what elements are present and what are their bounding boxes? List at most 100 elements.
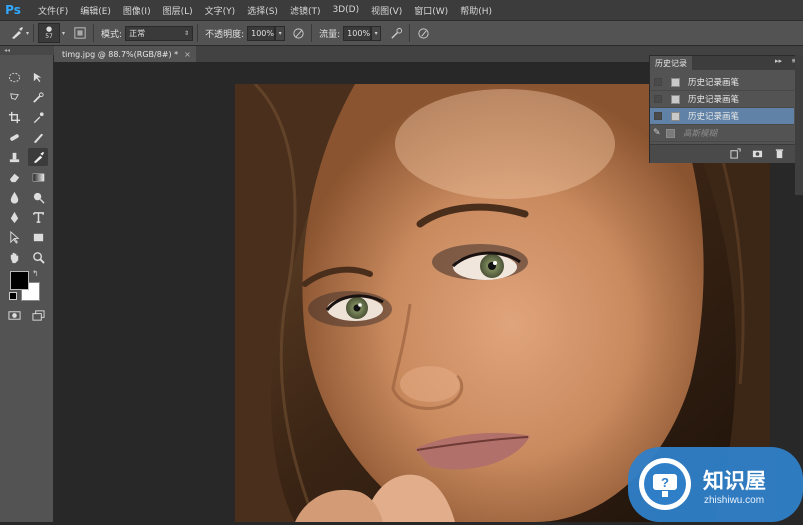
brush-panel-toggle-icon[interactable]: [71, 24, 89, 42]
history-panel-footer: [650, 144, 802, 163]
history-panel-tab[interactable]: 历史记录: [650, 56, 692, 70]
default-colors-icon[interactable]: [9, 292, 17, 300]
svg-text:?: ?: [661, 475, 669, 490]
menu-view[interactable]: 视图(V): [365, 4, 408, 17]
history-panel-header: 历史记录 ▸▸ ≡: [650, 56, 802, 70]
history-step-icon: [671, 77, 680, 87]
quick-mask-icon[interactable]: [4, 306, 24, 324]
marquee-tool-icon[interactable]: [4, 68, 24, 86]
menu-help[interactable]: 帮助(H): [454, 4, 498, 17]
lasso-tool-icon[interactable]: [4, 88, 24, 106]
options-bar: ▾ ● 57 ▾ 模式: 正常 ⇕ 不透明度: 100% ▾ 流量: 100% …: [0, 20, 803, 46]
history-item-dimmed[interactable]: ✎ 高斯模糊: [650, 125, 794, 142]
brush-dot-icon: ●: [45, 24, 53, 33]
quick-select-tool-icon[interactable]: [28, 88, 48, 106]
blend-mode-select[interactable]: 正常 ⇕: [125, 25, 194, 41]
close-tab-icon[interactable]: ×: [184, 50, 191, 59]
pressure-opacity-icon[interactable]: [289, 24, 307, 42]
swap-colors-icon[interactable]: ↰: [32, 269, 39, 278]
history-step-icon: [666, 128, 675, 138]
blur-tool-icon[interactable]: [4, 188, 24, 206]
chevron-down-icon: ▾: [374, 29, 378, 37]
flow-label: 流量:: [319, 29, 341, 40]
menu-type[interactable]: 文字(Y): [199, 4, 242, 17]
divider: [33, 24, 35, 42]
history-source-checkbox[interactable]: [654, 78, 662, 86]
blend-mode-value: 正常: [129, 28, 146, 38]
type-tool-icon[interactable]: [28, 208, 48, 226]
menu-window[interactable]: 窗口(W): [408, 4, 454, 17]
screen-mode-icon[interactable]: [28, 306, 48, 324]
history-brush-source-icon[interactable]: ✎: [653, 128, 663, 138]
crop-tool-icon[interactable]: [4, 108, 24, 126]
new-document-from-state-icon[interactable]: [728, 147, 742, 159]
eraser-tool-icon[interactable]: [4, 168, 24, 186]
menu-select[interactable]: 选择(S): [241, 4, 284, 17]
divider: [311, 24, 313, 42]
panel-grip-icon[interactable]: ◂◂: [0, 46, 54, 55]
collapse-panel-icon[interactable]: ▸▸: [775, 57, 782, 65]
hand-tool-icon[interactable]: [4, 248, 24, 266]
divider: [409, 24, 411, 42]
eyedropper-tool-icon[interactable]: [28, 108, 48, 126]
history-item-label: 高斯模糊: [683, 129, 718, 139]
photoshop-logo: Ps: [5, 3, 21, 17]
opacity-value: 100%: [251, 28, 274, 38]
opacity-input[interactable]: 100%: [247, 25, 276, 41]
clone-stamp-tool-icon[interactable]: [4, 148, 24, 166]
brush-size-picker[interactable]: ● 57: [38, 23, 61, 43]
site-watermark: ? 知识屋 zhishiwu.com: [628, 447, 803, 522]
camera-snapshot-icon[interactable]: [750, 147, 764, 159]
divider: [197, 24, 199, 42]
chevron-down-icon: ▾: [278, 29, 282, 37]
history-step-icon: [671, 94, 680, 104]
watermark-name: 知识屋: [703, 469, 766, 493]
menu-file[interactable]: 文件(F): [32, 4, 74, 17]
history-step-icon: [671, 111, 680, 121]
history-brush-tool-icon[interactable]: [8, 24, 26, 42]
history-panel: 历史记录 ▸▸ ≡ 历史记录画笔 历史记录画笔 历史记录画笔 ✎ 高斯模糊: [649, 55, 803, 163]
foreground-color-swatch[interactable]: [10, 271, 29, 290]
history-item[interactable]: 历史记录画笔: [650, 74, 794, 91]
path-selection-tool-icon[interactable]: [4, 228, 24, 246]
mode-label: 模式:: [101, 29, 123, 40]
menu-edit[interactable]: 编辑(E): [74, 4, 117, 17]
history-item-selected[interactable]: 历史记录画笔: [650, 108, 794, 125]
history-brush-tool-icon[interactable]: [28, 148, 48, 166]
trash-icon[interactable]: [772, 147, 786, 159]
history-source-checkbox[interactable]: [654, 95, 662, 103]
opacity-label: 不透明度:: [205, 29, 245, 40]
flow-input[interactable]: 100%: [343, 25, 372, 41]
brush-size-value: 57: [45, 32, 53, 40]
tools-panel: ◂◂ ↰: [0, 46, 54, 522]
healing-brush-tool-icon[interactable]: [4, 128, 24, 146]
menu-layer[interactable]: 图层(L): [157, 4, 199, 17]
pen-tool-icon[interactable]: [4, 208, 24, 226]
history-item-label: 历史记录画笔: [688, 95, 740, 105]
dodge-tool-icon[interactable]: [28, 188, 48, 206]
document-tab[interactable]: timg.jpg @ 88.7%(RGB/8#) * ×: [54, 46, 196, 62]
menu-3d[interactable]: 3D(D): [326, 5, 365, 15]
menu-filter[interactable]: 滤镜(T): [284, 4, 327, 17]
menu-image[interactable]: 图像(I): [117, 4, 157, 17]
document-tab-title: timg.jpg @ 88.7%(RGB/8#) *: [62, 49, 179, 59]
flow-dropdown[interactable]: ▾: [371, 25, 382, 41]
gradient-tool-icon[interactable]: [28, 168, 48, 186]
opacity-dropdown[interactable]: ▾: [275, 25, 286, 41]
tool-preset-chevron-icon[interactable]: ▾: [26, 30, 29, 37]
panel-dock-strip: [795, 55, 803, 195]
flow-value: 100%: [347, 28, 371, 38]
watermark-url: zhishiwu.com: [704, 495, 765, 506]
brush-tool-icon[interactable]: [28, 128, 48, 146]
zoom-tool-icon[interactable]: [28, 248, 48, 266]
history-item-label: 历史记录画笔: [688, 112, 740, 122]
brush-size-chevron-icon[interactable]: ▾: [62, 30, 65, 37]
rectangle-tool-icon[interactable]: [28, 228, 48, 246]
history-source-checkbox[interactable]: [654, 112, 662, 120]
history-item[interactable]: 历史记录画笔: [650, 91, 794, 108]
history-item-label: 历史记录画笔: [688, 78, 740, 88]
pressure-size-icon[interactable]: [414, 24, 432, 42]
move-tool-icon[interactable]: [28, 68, 48, 86]
airbrush-icon[interactable]: [387, 24, 405, 42]
menu-bar: Ps 文件(F) 编辑(E) 图像(I) 图层(L) 文字(Y) 选择(S) 滤…: [0, 0, 803, 20]
